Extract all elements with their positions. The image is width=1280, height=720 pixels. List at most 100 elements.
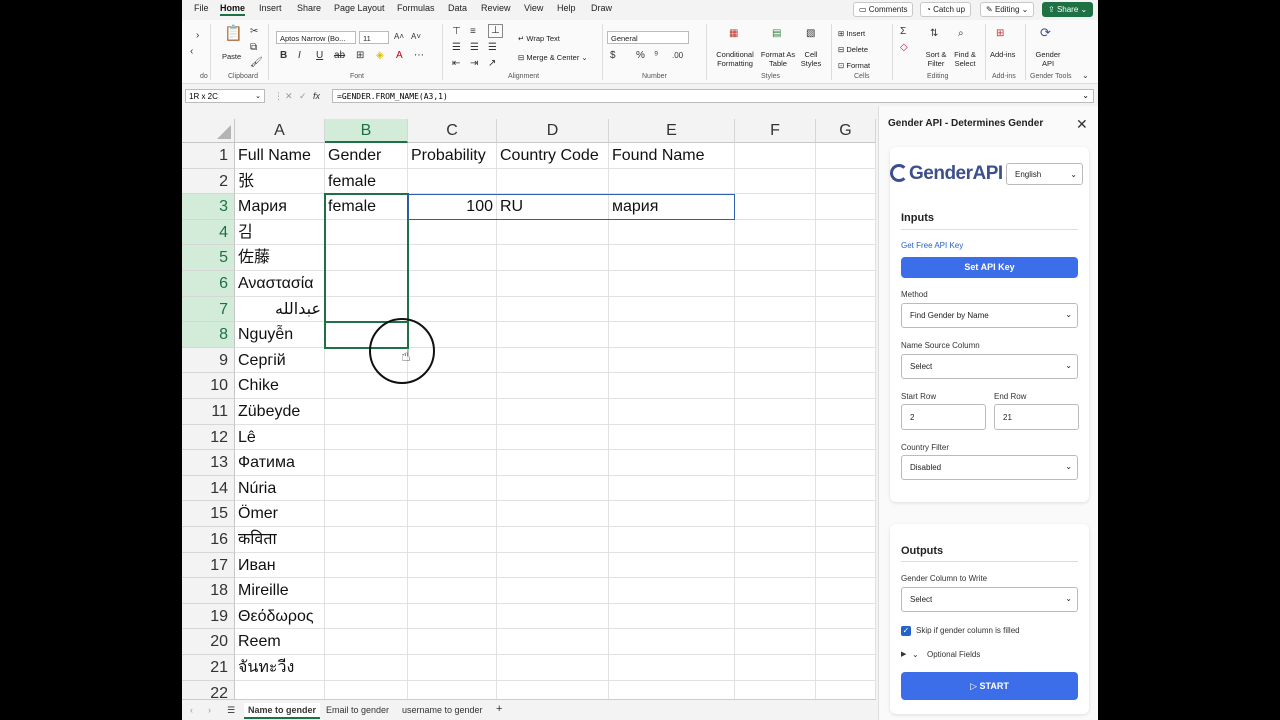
- formula-input[interactable]: =GENDER.FROM_NAME(A3,1) ⌄: [332, 89, 1094, 103]
- country-filter-select[interactable]: Disabled ⌄: [901, 455, 1078, 480]
- cell-a21[interactable]: จันทะวีง: [235, 655, 325, 681]
- tab-email-to-gender[interactable]: Email to gender: [322, 703, 393, 719]
- cell-f12[interactable]: [735, 424, 816, 451]
- cell-a2[interactable]: 张: [235, 168, 325, 195]
- more-font-icon[interactable]: ⋯: [414, 50, 424, 62]
- cell-d13[interactable]: [497, 450, 609, 476]
- cell-c15[interactable]: [408, 501, 497, 527]
- cell-a18[interactable]: Mireille: [235, 578, 325, 604]
- column-header-a[interactable]: A: [235, 119, 325, 143]
- get-api-key-link[interactable]: Get Free API Key: [901, 241, 963, 250]
- prev-sheet-icon[interactable]: ‹: [190, 704, 193, 716]
- cell-d10[interactable]: [497, 373, 609, 399]
- cell-e14[interactable]: [609, 475, 735, 502]
- cell-e12[interactable]: [609, 424, 735, 451]
- cell-a11[interactable]: Zübeyde: [235, 399, 325, 425]
- cell-c7[interactable]: [408, 296, 497, 323]
- cell-d18[interactable]: [497, 578, 609, 604]
- cell-g12[interactable]: [816, 424, 876, 451]
- cell-b19[interactable]: [325, 603, 408, 630]
- format-as-table-icon[interactable]: ▤: [772, 28, 781, 40]
- row-header-7[interactable]: 7: [182, 296, 235, 323]
- decrease-indent-icon[interactable]: ⇤: [452, 58, 460, 70]
- start-button[interactable]: ▷ START: [901, 672, 1078, 700]
- close-icon[interactable]: ✕: [1076, 116, 1088, 133]
- cell-b9[interactable]: [325, 347, 408, 374]
- cell-g8[interactable]: [816, 322, 876, 348]
- paste-icon[interactable]: 📋: [224, 26, 243, 41]
- cell-d12[interactable]: [497, 424, 609, 451]
- cell-e6[interactable]: [609, 271, 735, 297]
- cell-f14[interactable]: [735, 475, 816, 502]
- row-header-12[interactable]: 12: [182, 424, 235, 451]
- method-select[interactable]: Find Gender by Name ⌄: [901, 303, 1078, 328]
- cell-f13[interactable]: [735, 450, 816, 476]
- menu-formulas[interactable]: Formulas: [397, 3, 435, 13]
- row-header-22[interactable]: 22: [182, 680, 235, 701]
- cell-g11[interactable]: [816, 399, 876, 425]
- cell-f22[interactable]: [735, 680, 816, 701]
- font-color-icon[interactable]: A: [396, 50, 403, 62]
- tab-name-to-gender[interactable]: Name to gender: [244, 703, 321, 719]
- increase-font-icon[interactable]: A˄: [394, 31, 404, 43]
- cell-f19[interactable]: [735, 603, 816, 630]
- cell-g2[interactable]: [816, 168, 876, 195]
- percent-icon[interactable]: %: [636, 50, 645, 62]
- wrap-text-button[interactable]: ↵ Wrap Text: [518, 34, 560, 43]
- menu-insert[interactable]: Insert: [259, 3, 282, 13]
- cell-e8[interactable]: [609, 322, 735, 348]
- cell-d9[interactable]: [497, 347, 609, 374]
- cell-b1[interactable]: Gender: [325, 143, 408, 169]
- cell-c18[interactable]: [408, 578, 497, 604]
- cell-c21[interactable]: [408, 655, 497, 681]
- row-header-15[interactable]: 15: [182, 501, 235, 527]
- cell-e11[interactable]: [609, 399, 735, 425]
- cell-b12[interactable]: [325, 424, 408, 451]
- cell-f11[interactable]: [735, 399, 816, 425]
- cell-g15[interactable]: [816, 501, 876, 527]
- cell-c10[interactable]: [408, 373, 497, 399]
- cell-a14[interactable]: Núria: [235, 475, 325, 502]
- cell-e2[interactable]: [609, 168, 735, 195]
- cell-g16[interactable]: [816, 527, 876, 553]
- share-button[interactable]: ⇪ Share ⌄: [1042, 2, 1094, 17]
- find-select-icon[interactable]: ⌕: [958, 28, 964, 40]
- autosum-icon[interactable]: Σ: [900, 26, 906, 38]
- add-ins-button[interactable]: Add-ins: [990, 50, 1015, 59]
- align-middle-icon[interactable]: ≡: [470, 26, 476, 38]
- increase-indent-icon[interactable]: ⇥: [470, 58, 478, 70]
- paste-button[interactable]: Paste: [222, 52, 241, 61]
- cell-b7[interactable]: [325, 296, 408, 323]
- row-header-14[interactable]: 14: [182, 475, 235, 502]
- row-header-2[interactable]: 2: [182, 168, 235, 195]
- ribbon-scroll-left-icon[interactable]: ‹: [190, 46, 193, 58]
- cell-e17[interactable]: [609, 552, 735, 579]
- column-header-d[interactable]: D: [497, 119, 609, 143]
- cancel-icon[interactable]: ✕: [285, 90, 293, 102]
- cell-b13[interactable]: [325, 450, 408, 476]
- row-header-9[interactable]: 9: [182, 347, 235, 374]
- cell-b2[interactable]: female: [325, 168, 408, 195]
- cell-c8[interactable]: [408, 322, 497, 348]
- cell-b15[interactable]: [325, 501, 408, 527]
- row-header-20[interactable]: 20: [182, 629, 235, 655]
- cell-e21[interactable]: [609, 655, 735, 681]
- language-select[interactable]: English ⌄: [1006, 163, 1083, 185]
- cell-e9[interactable]: [609, 347, 735, 374]
- cell-e20[interactable]: [609, 629, 735, 655]
- menu-draw[interactable]: Draw: [591, 3, 612, 13]
- cell-a20[interactable]: Reem: [235, 629, 325, 655]
- format-painter-icon[interactable]: 🖌: [250, 57, 263, 69]
- redo-icon[interactable]: ›: [196, 30, 199, 42]
- cell-a7[interactable]: عبدالله: [235, 296, 325, 323]
- expand-triangle-icon[interactable]: ▶: [901, 650, 906, 658]
- column-header-f[interactable]: F: [735, 119, 816, 143]
- column-header-c[interactable]: C: [408, 119, 497, 143]
- cell-b8[interactable]: [325, 322, 408, 348]
- cell-b4[interactable]: [325, 219, 408, 246]
- cell-b3[interactable]: female: [325, 194, 408, 220]
- number-format-select[interactable]: General: [607, 31, 689, 44]
- align-bottom-icon[interactable]: ⊥: [488, 24, 503, 38]
- row-header-6[interactable]: 6: [182, 271, 235, 297]
- add-sheet-button[interactable]: +: [492, 703, 506, 719]
